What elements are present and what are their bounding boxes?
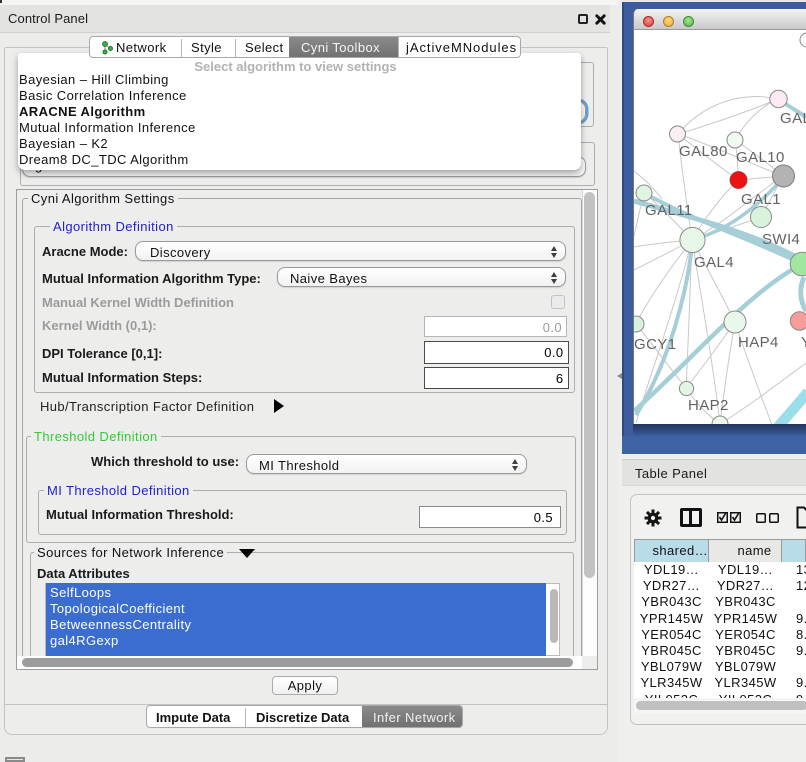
svg-text:SWI4: SWI4 [762, 231, 800, 248]
svg-text:YM: YM [801, 334, 806, 351]
svg-text:GAL80: GAL80 [679, 143, 728, 160]
svg-text:GAL11: GAL11 [645, 202, 693, 219]
svg-text:HAP4: HAP4 [738, 334, 779, 351]
svg-text:GAL7: GAL7 [780, 110, 806, 127]
svg-text:GAL1: GAL1 [741, 191, 781, 208]
svg-text:HAP2: HAP2 [688, 397, 729, 414]
svg-text:GAL10: GAL10 [736, 149, 785, 166]
svg-text:GAL4: GAL4 [694, 254, 734, 271]
svg-text:GCY1: GCY1 [634, 336, 676, 353]
